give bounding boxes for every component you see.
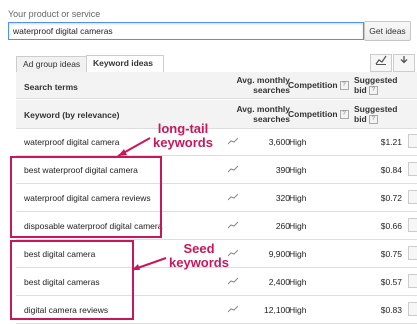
annotation-arrows: [117, 137, 167, 271]
seed-line1: Seed: [183, 241, 215, 256]
longtail-annotation: long-tail keywords: [150, 122, 216, 150]
longtail-line2: keywords: [153, 135, 213, 150]
seed-line2: keywords: [169, 255, 229, 270]
longtail-line1: long-tail: [157, 121, 209, 136]
seed-annotation: Seed keywords: [166, 242, 232, 270]
